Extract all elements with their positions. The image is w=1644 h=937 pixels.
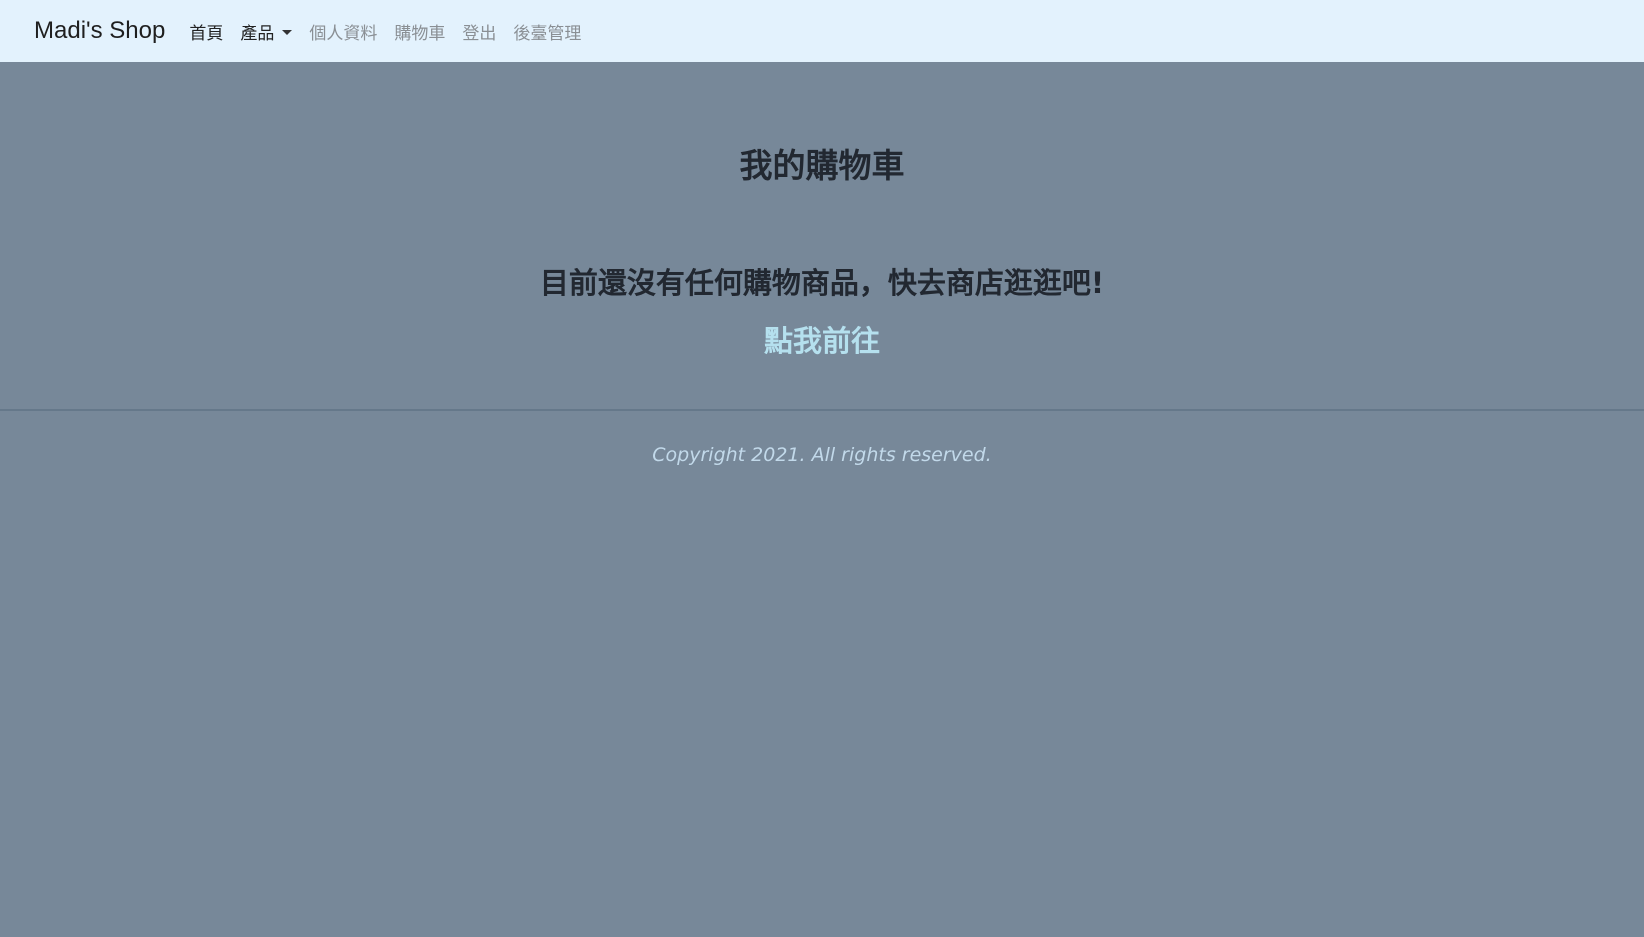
brand-link[interactable]: Madi's Shop (34, 17, 165, 45)
nav-cart[interactable]: 購物車 (394, 19, 445, 44)
footer-divider (0, 409, 1644, 411)
top-navbar: Madi's Shop 首頁 產品 個人資料 購物車 登出 後臺管理 (0, 0, 1644, 62)
nav-profile[interactable]: 個人資料 (309, 19, 377, 44)
go-to-shop-link[interactable]: 點我前往 (0, 318, 1644, 360)
caret-down-icon (282, 29, 293, 35)
nav-logout[interactable]: 登出 (462, 19, 496, 44)
empty-cart-message: 目前還沒有任何購物商品，快去商店逛逛吧! (539, 266, 1105, 300)
nav-home[interactable]: 首頁 (189, 19, 223, 44)
page-title: 我的購物車 (739, 146, 905, 185)
footer-copyright: Copyright 2021. All rights reserved. (652, 444, 992, 466)
nav-products-dropdown[interactable]: 產品 (240, 19, 293, 44)
nav-products-label: 產品 (240, 23, 275, 44)
nav-admin[interactable]: 後臺管理 (513, 19, 581, 44)
